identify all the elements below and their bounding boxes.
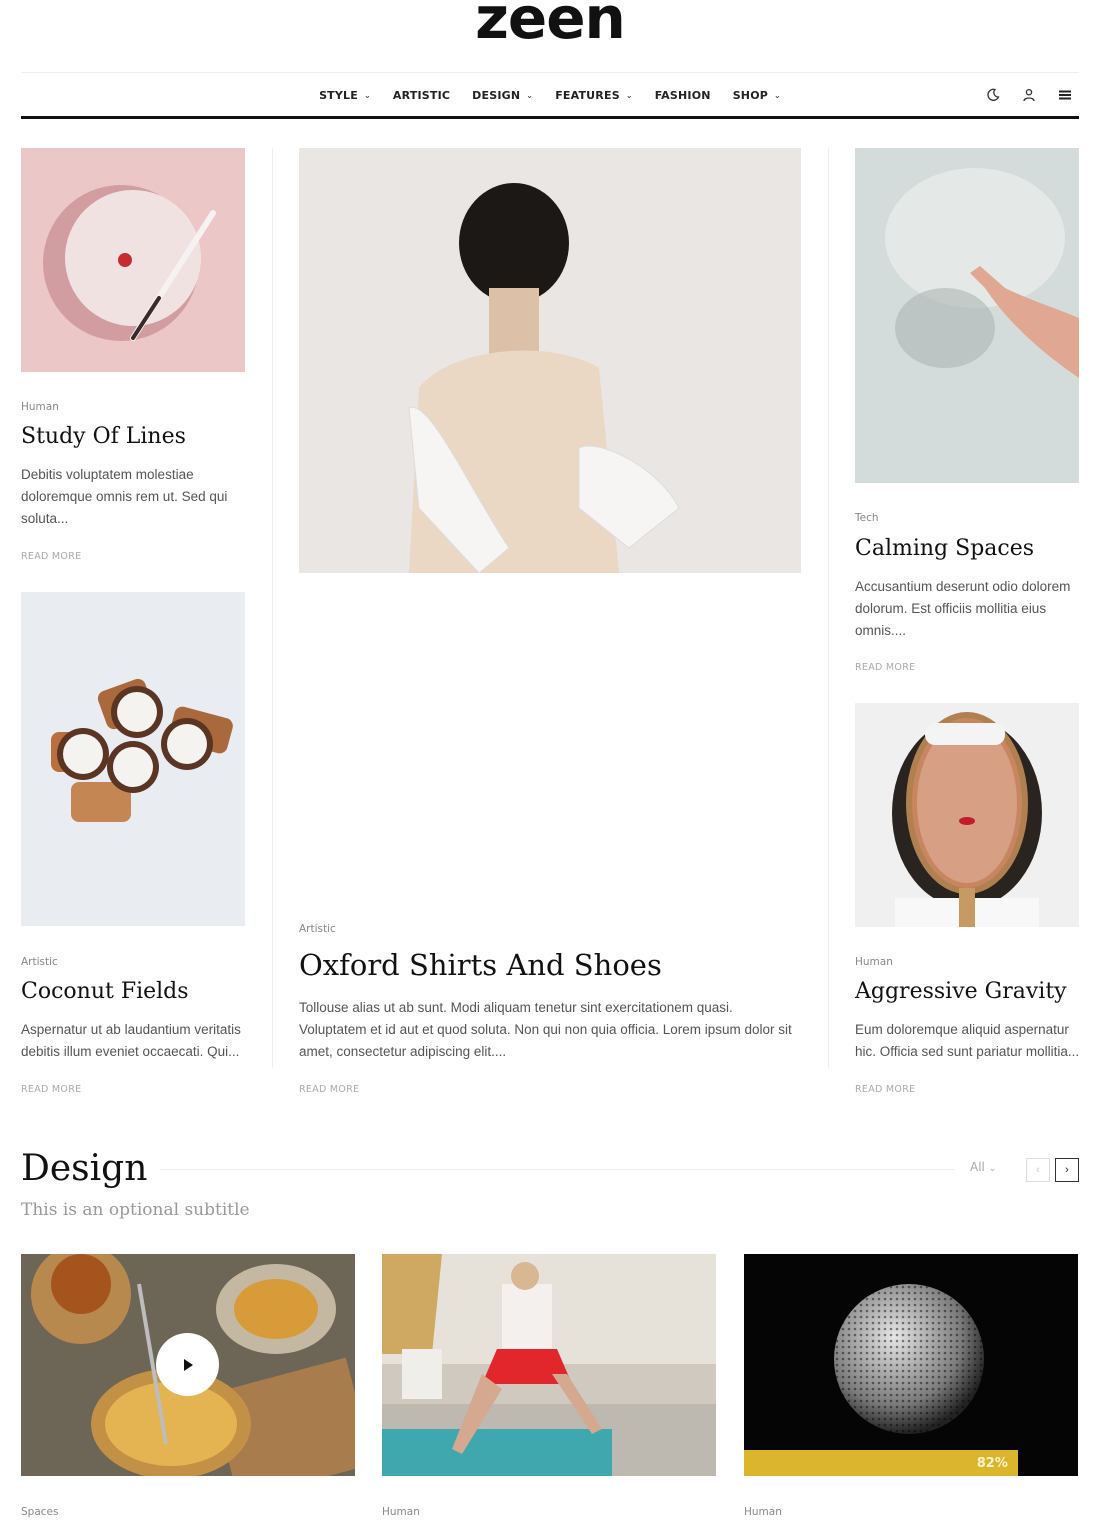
post-category[interactable]: Human	[382, 1506, 420, 1518]
chevron-down-icon: ⌄	[526, 90, 534, 100]
menu-icon[interactable]	[1057, 87, 1073, 103]
rating-progress-bar: 82%	[744, 1450, 1018, 1476]
section-divider	[160, 1169, 955, 1170]
coconut-illustration	[51, 678, 233, 822]
post-image-calming-spaces[interactable]	[855, 148, 1079, 483]
column-divider	[272, 148, 273, 1068]
post-category[interactable]: Human	[744, 1506, 782, 1518]
read-more-link[interactable]: READ MORE	[21, 1084, 81, 1095]
post-excerpt: Aspernatur ut ab laudantium veritatis de…	[21, 1022, 241, 1059]
category-filter[interactable]: All ⌄	[970, 1160, 996, 1174]
plate-illustration	[43, 185, 216, 341]
nav-item-label: SHOP	[732, 88, 769, 102]
nav-menu: STYLE ⌄ ARTISTIC DESIGN ⌄ FEATURES ⌄ FASHIO…	[21, 73, 1079, 117]
chevron-down-icon: ⌄	[625, 90, 633, 100]
progress-label: 82%	[976, 1455, 1008, 1471]
nav-item-label: FEATURES	[555, 88, 620, 102]
poolside-illustration	[382, 1254, 716, 1476]
column-divider	[828, 148, 829, 1068]
post-title[interactable]: Calming Spaces	[855, 536, 1034, 561]
nav-item-label: DESIGN	[472, 88, 521, 102]
glass-shards-illustration	[885, 168, 1079, 378]
post-excerpt: Accusantium deserunt odio dolorem doloru…	[855, 579, 1071, 638]
nav-item-design[interactable]: DESIGN ⌄	[461, 89, 544, 102]
post-title[interactable]: Aggressive Gravity	[855, 979, 1067, 1004]
post-excerpt: Debitis voluptatem molestiae doloremque …	[21, 467, 228, 526]
post-title[interactable]: Oxford Shirts And Shoes	[299, 948, 662, 982]
site-logo[interactable]: zeen	[0, 0, 1100, 48]
post-image-coconut-fields[interactable]	[21, 592, 245, 926]
tennis-racket-illustration	[892, 712, 1042, 927]
read-more-link[interactable]: READ MORE	[299, 1084, 359, 1095]
post-image-oxford-shirts[interactable]	[299, 148, 801, 573]
speaker-illustration	[834, 1284, 984, 1434]
chevron-left-icon: ‹	[1036, 1164, 1040, 1176]
filter-label: All	[970, 1160, 985, 1174]
post-category[interactable]: Human	[21, 401, 59, 413]
section-title: Design	[21, 1148, 148, 1189]
post-category[interactable]: Spaces	[21, 1506, 58, 1518]
nav-item-fashion[interactable]: FASHION	[644, 89, 722, 102]
chevron-down-icon: ⌄	[774, 90, 781, 100]
post-title[interactable]: Coconut Fields	[21, 979, 189, 1004]
nav-item-style[interactable]: STYLE ⌄	[308, 89, 382, 102]
moon-icon[interactable]	[985, 87, 1001, 103]
read-more-link[interactable]: READ MORE	[855, 1084, 915, 1095]
post-category[interactable]: Human	[855, 956, 893, 968]
next-page-button[interactable]: ›	[1055, 1158, 1079, 1182]
play-icon	[183, 1358, 193, 1371]
nav-item-features[interactable]: FEATURES ⌄	[544, 89, 644, 102]
prev-page-button[interactable]: ‹	[1026, 1158, 1050, 1182]
nav-item-label: FASHION	[654, 88, 711, 102]
nav-item-shop[interactable]: SHOP ⌄	[722, 89, 792, 102]
post-excerpt: Tollouse alias ut ab sunt. Modi aliquam …	[299, 1000, 792, 1059]
post-excerpt: Eum doloremque aliquid aspernatur hic. O…	[855, 1022, 1080, 1059]
post-title[interactable]: Study Of Lines	[21, 424, 186, 449]
nav-item-label: ARTISTIC	[392, 88, 451, 102]
post-category[interactable]: Artistic	[21, 956, 58, 968]
read-more-link[interactable]: READ MORE	[21, 551, 81, 562]
nav-item-label: STYLE	[319, 88, 358, 102]
user-icon[interactable]	[1021, 87, 1037, 103]
nav-icons	[985, 73, 1073, 117]
design-card-image[interactable]	[382, 1254, 716, 1476]
chevron-right-icon: ›	[1065, 1164, 1069, 1176]
read-more-link[interactable]: READ MORE	[855, 662, 915, 673]
post-image-study-of-lines[interactable]	[21, 148, 245, 372]
design-card-image[interactable]	[744, 1254, 1078, 1476]
person-illustration	[408, 183, 680, 573]
nav-item-artistic[interactable]: ARTISTIC	[382, 89, 461, 102]
post-category[interactable]: Tech	[855, 512, 879, 524]
play-button[interactable]	[156, 1333, 219, 1396]
chevron-down-icon: ⌄	[988, 1164, 997, 1174]
chevron-down-icon: ⌄	[363, 90, 371, 100]
post-category[interactable]: Artistic	[299, 923, 336, 935]
section-subtitle: This is an optional subtitle	[21, 1200, 250, 1220]
main-nav: STYLE ⌄ ARTISTIC DESIGN ⌄ FEATURES ⌄ FASHIO…	[21, 73, 1079, 119]
post-image-aggressive-gravity[interactable]	[855, 703, 1079, 927]
